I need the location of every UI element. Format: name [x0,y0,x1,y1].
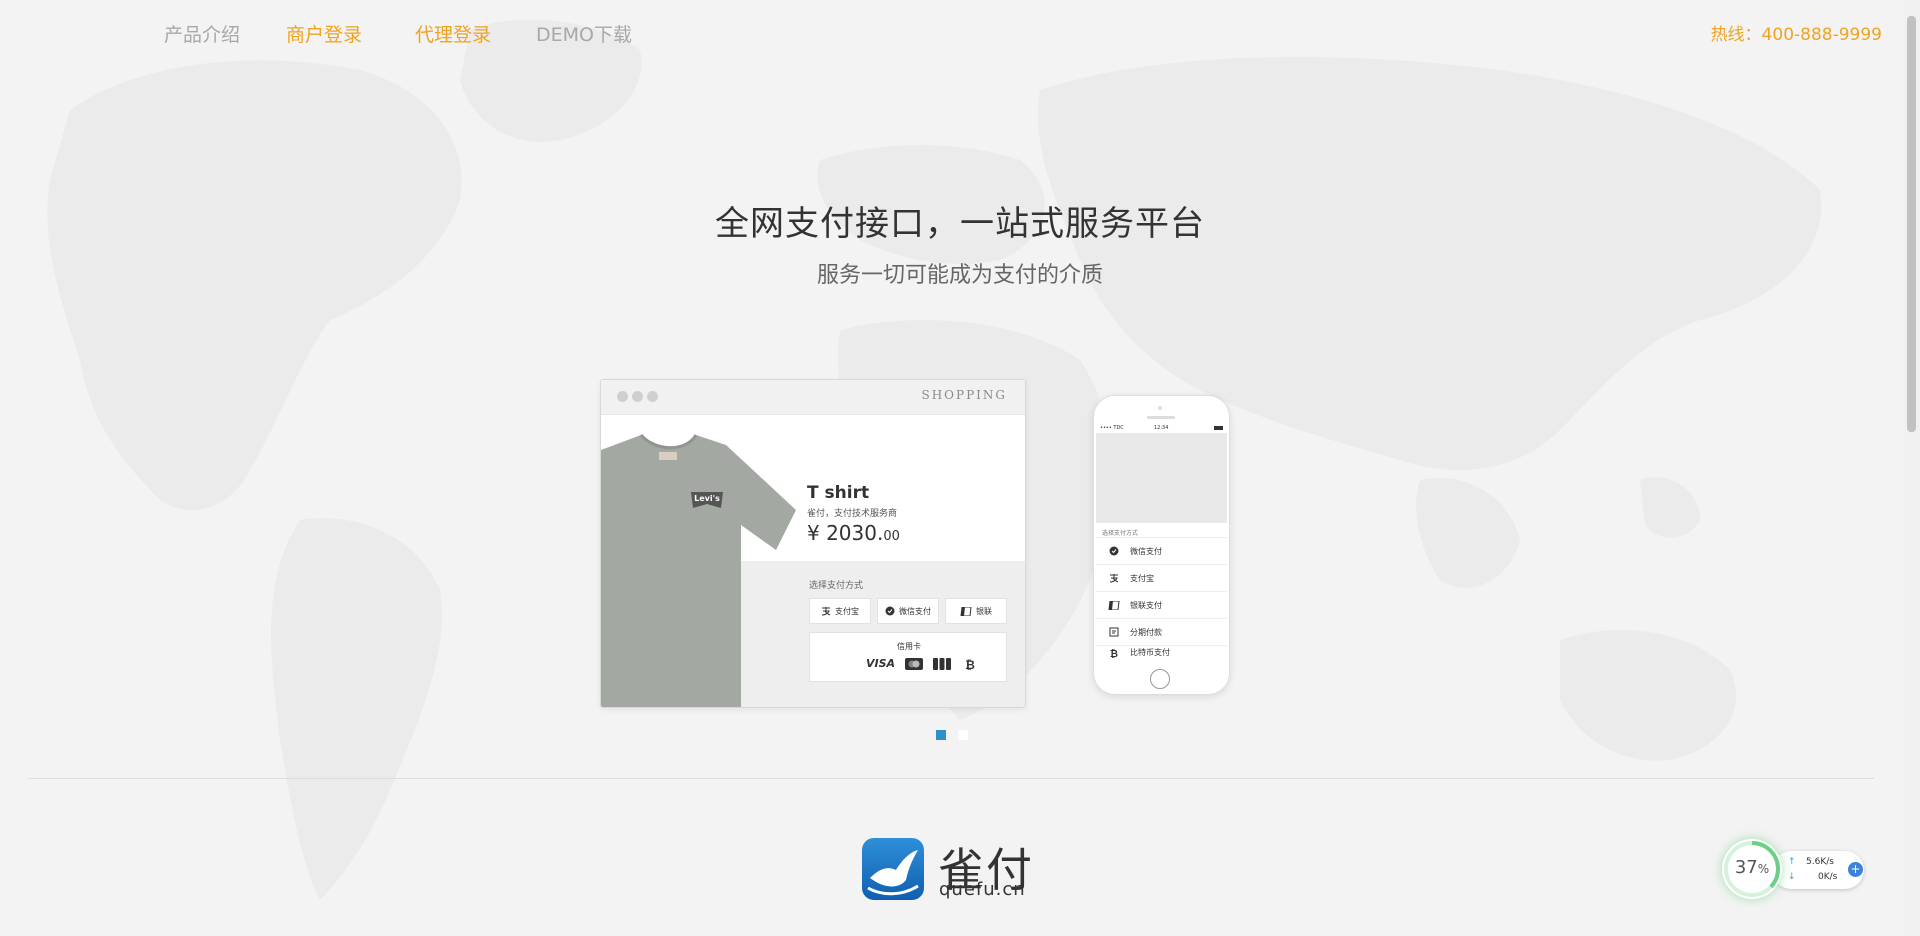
installment-icon [1109,627,1119,637]
pay-unionpay-label: 银联 [976,606,992,616]
unionpay-icon [1108,600,1120,610]
phone-content-placeholder [1096,433,1227,523]
pay-wechat-button[interactable]: 微信支付 [877,598,939,624]
hero-title: 全网支付接口，一站式服务平台 [715,204,1205,244]
phone-option-label: 微信支付 [1130,546,1162,556]
nav-demo-download[interactable]: DEMO下载 [536,20,632,47]
hotline-text: 热线：400-888-9999 [1710,25,1882,45]
window-dot [632,391,643,402]
bitcoin-icon: ₿ [1110,648,1118,658]
svg-text:₿: ₿ [1110,648,1118,658]
credit-card-option[interactable]: 信用卡 VISA ₿ [809,632,1007,682]
price-cents: 00 [883,529,900,544]
plus-icon[interactable]: + [1848,862,1863,877]
gauge-value: 37 [1734,857,1758,878]
product-price: ¥ 2030.00 [807,521,900,545]
phone-screen: •••• TDC 12:34 选择支付方式 微信支付 支付宝 银联支付 分期付款… [1096,424,1227,658]
unionpay-icon [960,606,972,616]
section-divider [28,778,1874,779]
nav-agent-login[interactable]: 代理登录 [415,20,491,47]
phone-speaker [1147,416,1175,419]
browser-mockup: SHOPPING Levi's T shirt 雀付，支付技术服务商 ¥ 203… [600,379,1026,708]
nav-merchant-login[interactable]: 商户登录 [286,20,362,47]
price-main: ¥ 2030. [807,521,884,545]
phone-option-label: 比特币支付 [1130,648,1170,657]
hero-subtitle: 服务一切可能成为支付的介质 [816,263,1103,288]
up-arrow-icon: ↑ [1788,857,1796,867]
pay-alipay-button[interactable]: 支付宝 [809,598,871,624]
alipay-icon [821,607,831,616]
phone-carrier: •••• TDC [1100,425,1124,431]
product-description: 雀付，支付技术服务商 [807,509,898,519]
tshirt-image: Levi's [601,433,796,707]
phone-payment-label: 选择支付方式 [1102,530,1139,537]
memory-gauge[interactable]: 37% [1722,839,1782,899]
network-monitor-widget[interactable]: ↑ 5.6K/s ↓ 0K/s + 37% [1720,836,1870,902]
tshirt-brand-label: Levi's [694,494,720,503]
payment-method-label: 选择支付方式 [809,581,864,591]
browser-titlebar: SHOPPING [601,380,1025,415]
top-nav: 产品介绍 商户登录 代理登录 DEMO下载 热线：400-888-9999 [0,18,1920,48]
gauge-unit: % [1757,862,1770,876]
jcb-icon [933,657,952,670]
brand-domain: quefu.cn [939,879,1026,900]
slider-dot-2[interactable] [958,730,968,740]
phone-mockup: •••• TDC 12:34 选择支付方式 微信支付 支付宝 银联支付 分期付款… [1093,395,1230,695]
phone-status-bar: •••• TDC 12:34 [1096,424,1227,432]
phone-option-bitcoin[interactable]: ₿ 比特币支付 [1096,645,1227,659]
window-dot [647,391,658,402]
mastercard-icon [905,657,924,670]
shopping-header: SHOPPING [921,388,1007,402]
slider-dot-1[interactable] [936,730,946,740]
visa-logo: VISA [866,657,896,670]
phone-option-unionpay[interactable]: 银联支付 [1096,591,1227,618]
svg-text:₿: ₿ [965,658,975,670]
down-arrow-icon: ↓ [1788,872,1796,882]
vertical-scrollbar[interactable] [1903,0,1920,936]
gauge-percent: 37% [1722,857,1782,878]
phone-camera [1158,406,1162,410]
pay-alipay-label: 支付宝 [835,606,859,616]
window-dot [617,391,628,402]
wechat-icon [1109,546,1119,556]
bitcoin-icon: ₿ [965,658,975,670]
credit-card-label: 信用卡 [897,642,921,651]
scrollbar-thumb[interactable] [1907,16,1916,432]
phone-time: 12:34 [1154,425,1169,431]
card-logos: VISA ₿ [866,657,979,670]
phone-option-label: 支付宝 [1130,573,1154,583]
phone-option-installment[interactable]: 分期付款 [1096,618,1227,645]
phone-home-button[interactable] [1150,669,1170,689]
battery-icon [1214,426,1223,430]
phone-option-alipay[interactable]: 支付宝 [1096,564,1227,591]
pay-wechat-label: 微信支付 [899,606,931,616]
phone-option-label: 分期付款 [1130,627,1162,637]
alipay-icon [1109,574,1119,583]
phone-option-wechat[interactable]: 微信支付 [1096,537,1227,564]
download-speed: 0K/s [1818,872,1838,882]
pay-unionpay-button[interactable]: 银联 [945,598,1007,624]
upload-speed: 5.6K/s [1806,857,1834,867]
product-name: T shirt [807,483,870,503]
wechat-icon [885,606,895,616]
nav-product-intro[interactable]: 产品介绍 [164,20,240,47]
quefu-logo-icon [862,838,924,900]
phone-option-label: 银联支付 [1130,600,1162,610]
